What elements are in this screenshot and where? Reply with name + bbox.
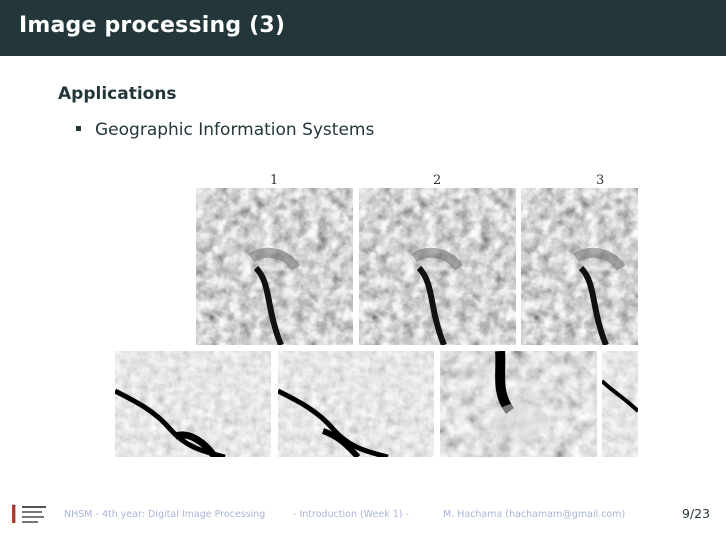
satellite-band-7-image bbox=[602, 351, 638, 457]
satellite-image-figure: 1 2 3 bbox=[87, 173, 638, 457]
satellite-band-3-image bbox=[521, 188, 638, 345]
institution-logo-icon bbox=[11, 502, 49, 526]
bullet-square-icon bbox=[76, 125, 81, 131]
satellite-band-5-image bbox=[278, 351, 434, 457]
bullet-text: Geographic Information Systems bbox=[95, 120, 375, 140]
footer-course: NHSM - 4th year: Digital Image Processin… bbox=[64, 509, 266, 520]
figure-label-2: 2 bbox=[433, 173, 442, 188]
footer-author: M. Hachama (hachamam@gmail.com) bbox=[443, 509, 626, 520]
section-heading: Applications bbox=[58, 84, 177, 104]
figure-label-3: 3 bbox=[596, 173, 605, 188]
slide-title: Image processing (3) bbox=[19, 13, 286, 38]
page-number: 9/23 bbox=[682, 506, 711, 521]
figure-label-1: 1 bbox=[270, 173, 279, 188]
title-bar: Image processing (3) bbox=[0, 0, 726, 56]
satellite-band-6-image bbox=[440, 351, 597, 457]
satellite-band-1-image bbox=[196, 188, 353, 345]
satellite-band-4-image bbox=[115, 351, 271, 457]
footer-week: - Introduction (Week 1) - bbox=[293, 509, 409, 520]
bullet-item: Geographic Information Systems bbox=[76, 120, 374, 140]
satellite-band-2-image bbox=[359, 188, 516, 345]
